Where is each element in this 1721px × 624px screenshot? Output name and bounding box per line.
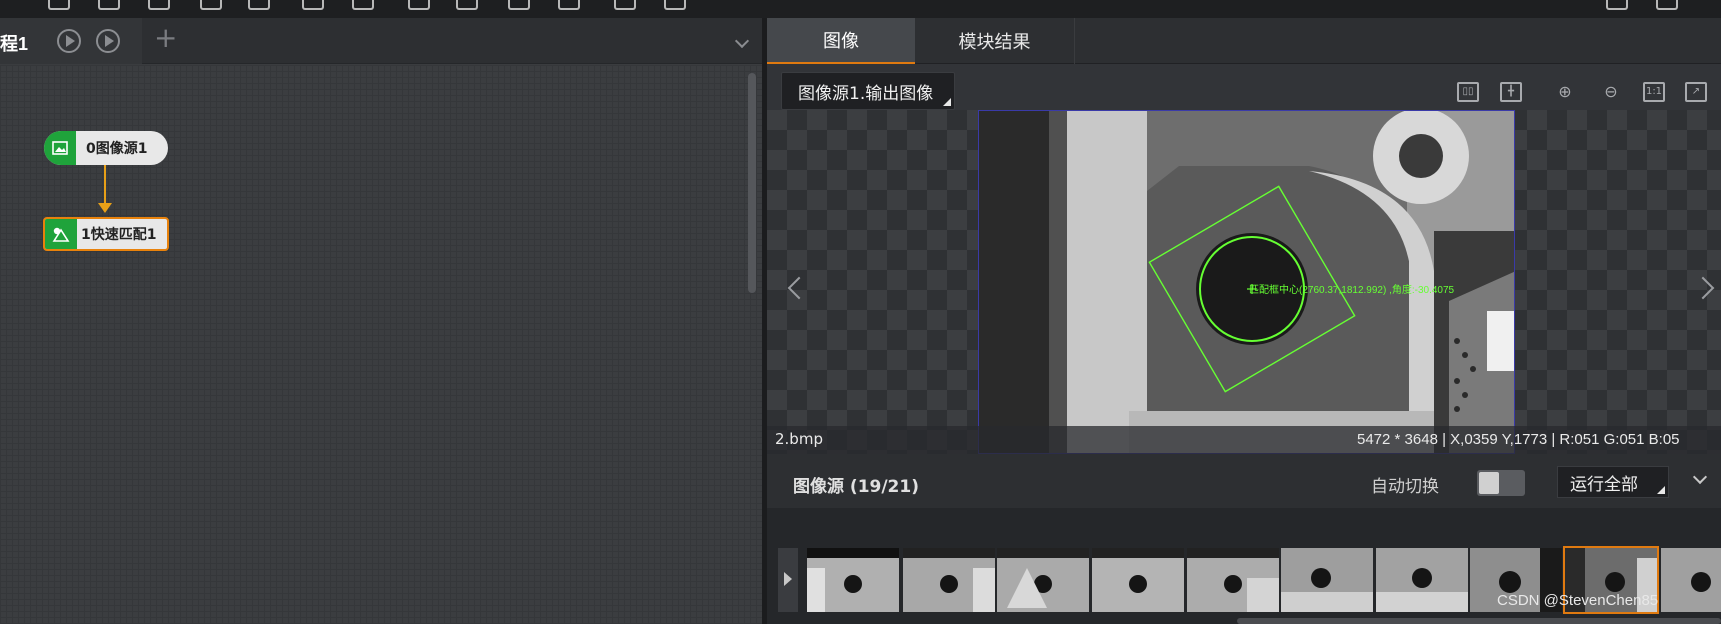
play-icon <box>784 572 792 586</box>
thumbnail[interactable] <box>1376 548 1468 612</box>
thumbnail[interactable] <box>1281 548 1373 612</box>
watermark: CSDN @StevenChen85 <box>1497 592 1659 609</box>
run-once-icon[interactable] <box>57 29 81 53</box>
run-all-button[interactable]: 运行全部 <box>1557 466 1669 498</box>
image-source-bar: 图像源 (19/21) 自动切换 运行全部 <box>767 454 1721 508</box>
image-tabbar: 图像 模块结果 <box>767 18 1721 64</box>
toolbar-grid-icon[interactable] <box>352 0 374 10</box>
thumbnail[interactable] <box>1092 548 1184 612</box>
toolbar-line-icon[interactable] <box>200 0 222 10</box>
thumbnail[interactable] <box>807 548 899 612</box>
node-fast-match[interactable]: 1快速匹配1 <box>43 217 169 251</box>
image-status-readout: 5472 * 3648 | X,0359 Y,1773 | R:051 G:05… <box>1357 431 1680 448</box>
toolbar-camera-icon[interactable] <box>302 0 324 10</box>
image-source-count: 图像源 (19/21) <box>793 477 919 497</box>
chevron-down-icon[interactable] <box>1692 469 1708 485</box>
toolbar-export-icon[interactable] <box>1656 0 1678 10</box>
flow-canvas[interactable]: 0图像源1 1快速匹配1 <box>0 65 762 624</box>
connector-arrow-icon <box>98 203 112 213</box>
node-label: 0图像源1 <box>86 141 148 157</box>
image-icon <box>44 131 76 165</box>
thumbnail-scrollbar[interactable] <box>1237 618 1721 624</box>
flow-connector <box>104 165 106 205</box>
canvas-scrollbar[interactable] <box>748 73 756 293</box>
dropdown-corner-icon <box>1657 486 1665 494</box>
auto-switch-toggle[interactable] <box>1477 470 1525 496</box>
toolbar-tree-icon[interactable] <box>408 0 430 10</box>
next-image-icon[interactable] <box>1691 276 1715 300</box>
image-file-name: 2.bmp <box>775 430 823 448</box>
toolbar-save-icon[interactable] <box>148 0 170 10</box>
image-source-select[interactable]: 图像源1.输出图像 <box>781 72 955 110</box>
image-panel: 图像 模块结果 图像源1.输出图像 ▯▯ ╋ ⊕ ⊖ 1:1 ↗ 匹配框中心(2… <box>767 18 1721 624</box>
flow-tab-title: 流程1 <box>0 34 29 54</box>
toggle-knob <box>1479 472 1499 494</box>
node-image-source[interactable]: 0图像源1 <box>44 131 168 165</box>
split-view-icon[interactable]: ▯▯ <box>1457 82 1479 102</box>
flow-editor-panel: 流程1 + 0图像源1 1快速匹配1 <box>0 18 762 624</box>
match-result-label: 匹配框中心(2760.37,1812.992) ,角度:-30.4075 <box>1249 285 1455 296</box>
flow-tabbar: 流程1 + <box>0 18 762 64</box>
auto-switch-label: 自动切换 <box>1371 477 1439 497</box>
inspected-image: 匹配框中心(2760.37,1812.992) ,角度:-30.4075 <box>978 110 1515 454</box>
toolbar-new-icon[interactable] <box>48 0 70 10</box>
run-all-label: 运行全部 <box>1570 474 1638 495</box>
grid-view-icon[interactable]: ╋ <box>1500 82 1522 102</box>
toolbar-doc-icon[interactable] <box>456 0 478 10</box>
image-info-bar: 2.bmp 5472 * 3648 | X,0359 Y,1773 | R:05… <box>767 426 1721 454</box>
fit-icon[interactable]: ↗ <box>1685 82 1707 102</box>
tab-image[interactable]: 图像 <box>767 18 915 64</box>
image-toolbar: 图像源1.输出图像 ▯▯ ╋ ⊕ ⊖ 1:1 ↗ <box>767 64 1721 110</box>
add-flow-icon[interactable]: + <box>154 24 177 52</box>
match-icon <box>45 219 77 249</box>
toolbar-loop-icon[interactable] <box>664 0 686 10</box>
zoom-in-icon[interactable]: ⊕ <box>1554 82 1576 102</box>
image-viewer[interactable]: 匹配框中心(2760.37,1812.992) ,角度:-30.4075 2.b… <box>767 110 1721 454</box>
play-sequence-button[interactable] <box>778 548 798 612</box>
dropdown-corner-icon <box>943 98 951 106</box>
node-label: 1快速匹配1 <box>81 227 157 243</box>
toolbar-settings-icon[interactable] <box>1606 0 1628 10</box>
app-window: 流程1 + 0图像源1 1快速匹配1 <box>0 0 1721 624</box>
prev-image-icon[interactable] <box>787 276 811 300</box>
toolbar-sync-icon[interactable] <box>508 0 530 10</box>
chevron-down-icon[interactable] <box>734 33 750 49</box>
toolbar-run-icon[interactable] <box>614 0 636 10</box>
thumbnail[interactable] <box>997 548 1089 612</box>
zoom-out-icon[interactable]: ⊖ <box>1600 82 1622 102</box>
thumbnail-strip: CSDN @StevenChen85 <box>767 508 1721 624</box>
run-loop-icon[interactable] <box>96 29 120 53</box>
tab-module-results[interactable]: 模块结果 <box>915 18 1075 64</box>
thumbnail[interactable] <box>903 548 995 612</box>
actual-size-icon[interactable]: 1:1 <box>1643 82 1665 102</box>
image-source-value: 图像源1.输出图像 <box>798 83 934 104</box>
main-toolbar <box>0 0 1721 18</box>
toolbar-open-icon[interactable] <box>98 0 120 10</box>
toolbar-window-icon[interactable] <box>248 0 270 10</box>
thumbnail[interactable] <box>1187 548 1279 612</box>
toolbar-box-icon[interactable] <box>558 0 580 10</box>
tab-flow-1[interactable]: 流程1 <box>0 18 142 64</box>
thumbnail[interactable] <box>1661 548 1721 612</box>
